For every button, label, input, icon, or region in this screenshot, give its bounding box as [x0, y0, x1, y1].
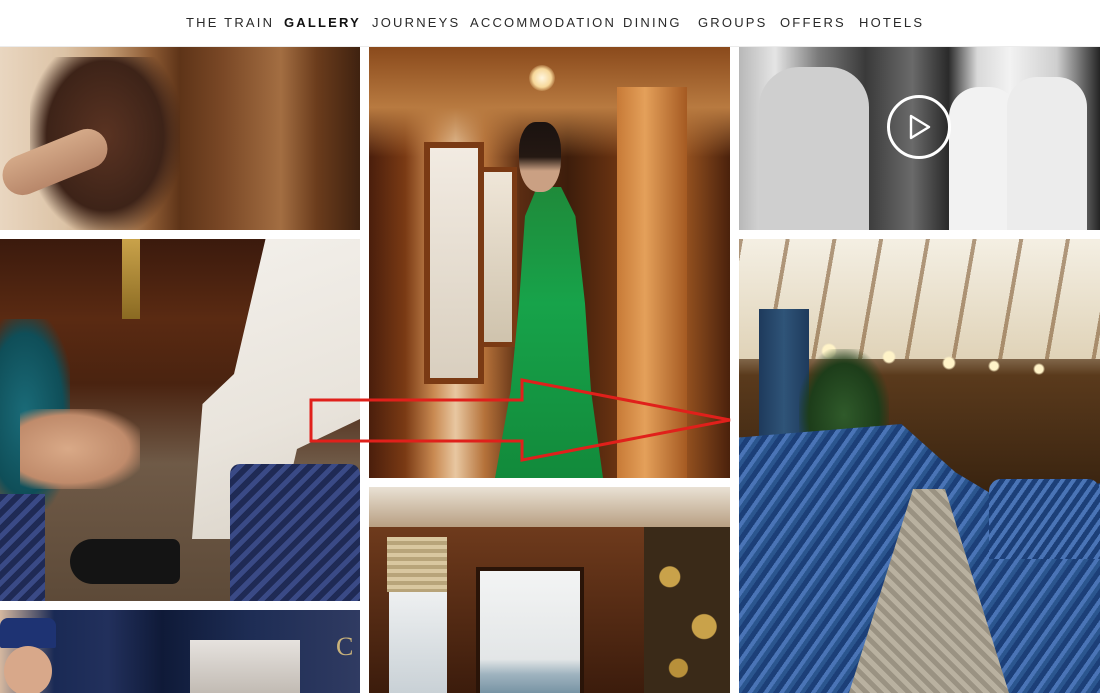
image-velvet-stool — [230, 464, 360, 601]
image-window-small — [389, 592, 447, 693]
play-icon — [909, 114, 931, 140]
gallery-video-staff-serving[interactable] — [739, 47, 1100, 230]
play-button[interactable] — [887, 95, 951, 159]
image-steward-2 — [1007, 77, 1087, 230]
nav-item-hotels[interactable]: HOTELS — [859, 15, 924, 30]
image-carriage-window — [190, 640, 300, 693]
nav-item-the-train[interactable]: THE TRAIN — [186, 15, 274, 30]
image-velvet-stool-left — [0, 494, 45, 601]
image-window-large — [476, 567, 584, 693]
image-conductor-face — [4, 646, 52, 693]
gallery-image-green-dress-corridor[interactable] — [369, 47, 730, 478]
image-conductor-cap — [0, 618, 56, 648]
image-window — [424, 142, 484, 384]
image-ceiling-light — [529, 65, 555, 91]
image-ornate-panel — [644, 527, 730, 693]
image-lamp — [122, 239, 140, 319]
image-guest — [759, 67, 869, 230]
nav-item-offers[interactable]: OFFERS — [780, 15, 846, 30]
image-window-far — [479, 167, 517, 347]
nav-item-dining[interactable]: DINING — [623, 15, 682, 30]
image-door — [617, 87, 687, 478]
image-head — [519, 122, 561, 192]
gallery-image-corridor-window[interactable] — [0, 47, 360, 230]
carriage-lettering: C — [336, 632, 354, 661]
image-ceiling — [369, 487, 730, 527]
nav-item-accommodation[interactable]: ACCOMMODATION — [470, 15, 616, 30]
image-shoe — [70, 539, 180, 584]
nav-item-gallery[interactable]: GALLERY — [284, 15, 361, 30]
gallery-image-compartment-window[interactable] — [369, 487, 730, 693]
gallery-image-conductor[interactable]: C — [0, 610, 360, 693]
gallery-image-bar-lounge[interactable] — [0, 239, 360, 601]
nav-item-groups[interactable]: GROUPS — [698, 15, 768, 30]
image-armchair-front — [989, 479, 1100, 559]
gallery-image-blue-salon-car[interactable] — [739, 239, 1100, 693]
top-navigation: THE TRAIN GALLERY JOURNEYS ACCOMMODATION… — [0, 0, 1100, 47]
image-legs — [20, 409, 140, 489]
nav-item-journeys[interactable]: JOURNEYS — [372, 15, 460, 30]
image-blind — [387, 537, 447, 592]
